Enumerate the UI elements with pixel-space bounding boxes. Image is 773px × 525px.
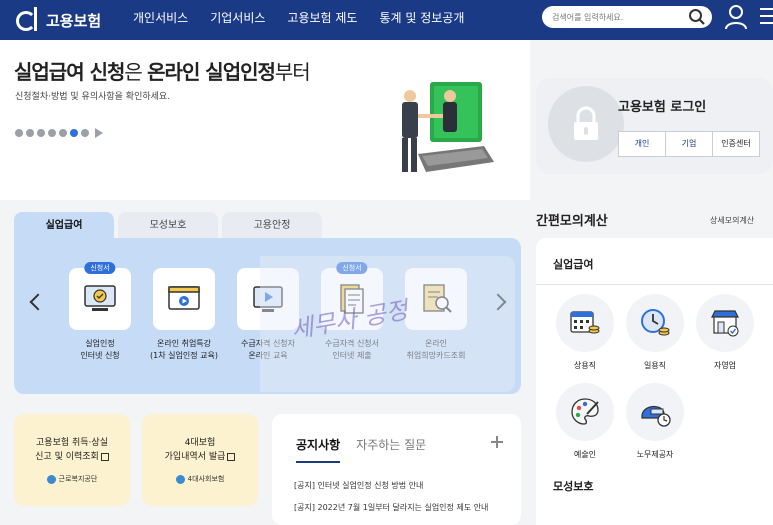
carousel-dot[interactable] [15, 129, 23, 137]
logo-text: 고용보험 [46, 11, 102, 30]
application-badge: 신청서 [84, 262, 116, 274]
video-lecture-icon [168, 286, 200, 310]
top-header: 고용보험 개인서비스 기업서비스 고용보험 제도 통계 및 정보공개 [0, 0, 773, 40]
hero-subtitle: 신청절차·방법 및 유의사항을 확인하세요. [15, 92, 171, 102]
carousel-dot[interactable] [26, 129, 34, 137]
service-panel: 신청서 실업인정 인터넷 신청 온라인 취업특강 (1차 실업인정 교육) 수급… [14, 238, 521, 394]
hamburger-menu-icon[interactable] [760, 8, 773, 26]
carousel-dot-active[interactable] [70, 129, 78, 137]
login-title: 고용보험 로그인 [618, 100, 707, 115]
card-brand: 근로복지공단 [58, 475, 98, 483]
service-label: 온라인 취업특강 (1차 실업인정 교육) [150, 339, 218, 360]
login-panel: 고용보험 로그인 개인 기업 인증센터 [536, 78, 773, 174]
carousel-dot[interactable] [37, 129, 45, 137]
nav-business-services[interactable]: 기업서비스 [210, 0, 265, 40]
helmet-clock-icon [641, 406, 671, 427]
card-brand: 4대사회보험 [187, 475, 225, 483]
logo-mark-icon [14, 7, 42, 33]
main-nav: 개인서비스 기업서비스 고용보험 제도 통계 및 정보공개 [133, 0, 486, 40]
service-item-online-lecture[interactable]: 온라인 취업특강 (1차 실업인정 교육) [142, 268, 226, 362]
carousel-dot[interactable] [81, 129, 89, 137]
calc-section-maternity: 모성보호 [553, 480, 594, 493]
calc-item-regular-worker[interactable]: 상용직 [555, 294, 615, 371]
play-icon[interactable] [95, 128, 103, 138]
calc-item-labor-provider[interactable]: 노무제공자 [625, 383, 685, 460]
service-label: 실업인정 인터넷 신청 [80, 339, 120, 360]
carousel-dot[interactable] [59, 129, 67, 137]
carousel-prev-icon[interactable] [29, 293, 47, 311]
notice-item[interactable]: [공지] 인터넷 실업인정 신청 방법 안내 [294, 480, 499, 491]
calc-item-artist[interactable]: 예술인 [555, 383, 615, 460]
clock-coins-icon [641, 309, 670, 336]
store-icon [711, 310, 739, 337]
tab-faq[interactable]: 자주하는 질문 [356, 436, 426, 461]
four-insurance-logo-icon [175, 474, 185, 484]
calc-section-unemployment: 실업급여 [553, 258, 594, 271]
calendar-coins-icon [570, 311, 600, 334]
carousel-dot[interactable] [48, 129, 56, 137]
comwel-logo-icon [46, 474, 56, 484]
user-icon[interactable] [724, 4, 748, 30]
detailed-calc-link[interactable]: 상세모의계산 [710, 215, 754, 226]
tab-employment-stability[interactable]: 고용안정 [222, 212, 322, 240]
external-link-icon [227, 452, 236, 461]
hero-title[interactable]: 실업급여 신청은 온라인 실업인정부터 [14, 56, 311, 85]
carousel-pagination [15, 128, 103, 138]
nav-insurance-system[interactable]: 고용보험 제도 [287, 0, 357, 40]
card-text: 4대보험 가입내역서 발급 [164, 438, 226, 462]
search-box [542, 6, 712, 28]
external-link-icon [100, 452, 109, 461]
login-tab-certificate-center[interactable]: 인증센터 [712, 131, 760, 157]
tab-maternity-protection[interactable]: 모성보호 [118, 212, 218, 240]
lock-icon [574, 106, 598, 140]
card-insurance-certificate[interactable]: 4대보험 가입내역서 발급 4대사회보험 [142, 414, 258, 506]
nav-personal-services[interactable]: 개인서비스 [133, 0, 188, 40]
calc-item-daily-worker[interactable]: 일용직 [625, 294, 685, 371]
search-input[interactable] [552, 9, 682, 25]
notice-item[interactable]: [공지] 2022년 7월 1일부터 달라지는 실업인정 제도 안내 [294, 502, 499, 513]
login-tab-personal[interactable]: 개인 [618, 131, 666, 157]
calc-item-self-employed[interactable]: 자영업 [695, 294, 755, 371]
tab-notices[interactable]: 공지사항 [296, 436, 341, 463]
more-plus-icon[interactable] [491, 436, 503, 448]
card-insurance-acquisition[interactable]: 고용보험 취득·상실 신고 및 이력조회 근로복지공단 [14, 414, 130, 506]
handshake-laptop-illustration [402, 82, 494, 172]
computer-check-icon [84, 285, 116, 311]
nav-statistics[interactable]: 통계 및 정보공개 [379, 0, 464, 40]
service-item-online-certification[interactable]: 신청서 실업인정 인터넷 신청 [58, 262, 142, 362]
card-text: 고용보험 취득·상실 신고 및 이력조회 [35, 438, 108, 462]
tab-unemployment-benefits[interactable]: 실업급여 [14, 212, 114, 240]
palette-icon [571, 398, 599, 425]
calc-title: 간편모의계산 [536, 214, 608, 229]
notice-board: 공지사항 자주하는 질문 [공지] 인터넷 실업인정 신청 방법 안내 [공지]… [272, 414, 521, 525]
service-tabs: 실업급여 모성보호 고용안정 [14, 212, 326, 240]
site-logo[interactable]: 고용보험 [14, 7, 101, 33]
login-tabs: 개인 기업 인증센터 [618, 131, 760, 157]
login-tab-business[interactable]: 기업 [665, 131, 713, 157]
search-icon[interactable] [688, 8, 706, 26]
calc-panel: 실업급여 상용직 일용직 자영업 예술인 노무제공자 모성보호 [536, 238, 773, 525]
